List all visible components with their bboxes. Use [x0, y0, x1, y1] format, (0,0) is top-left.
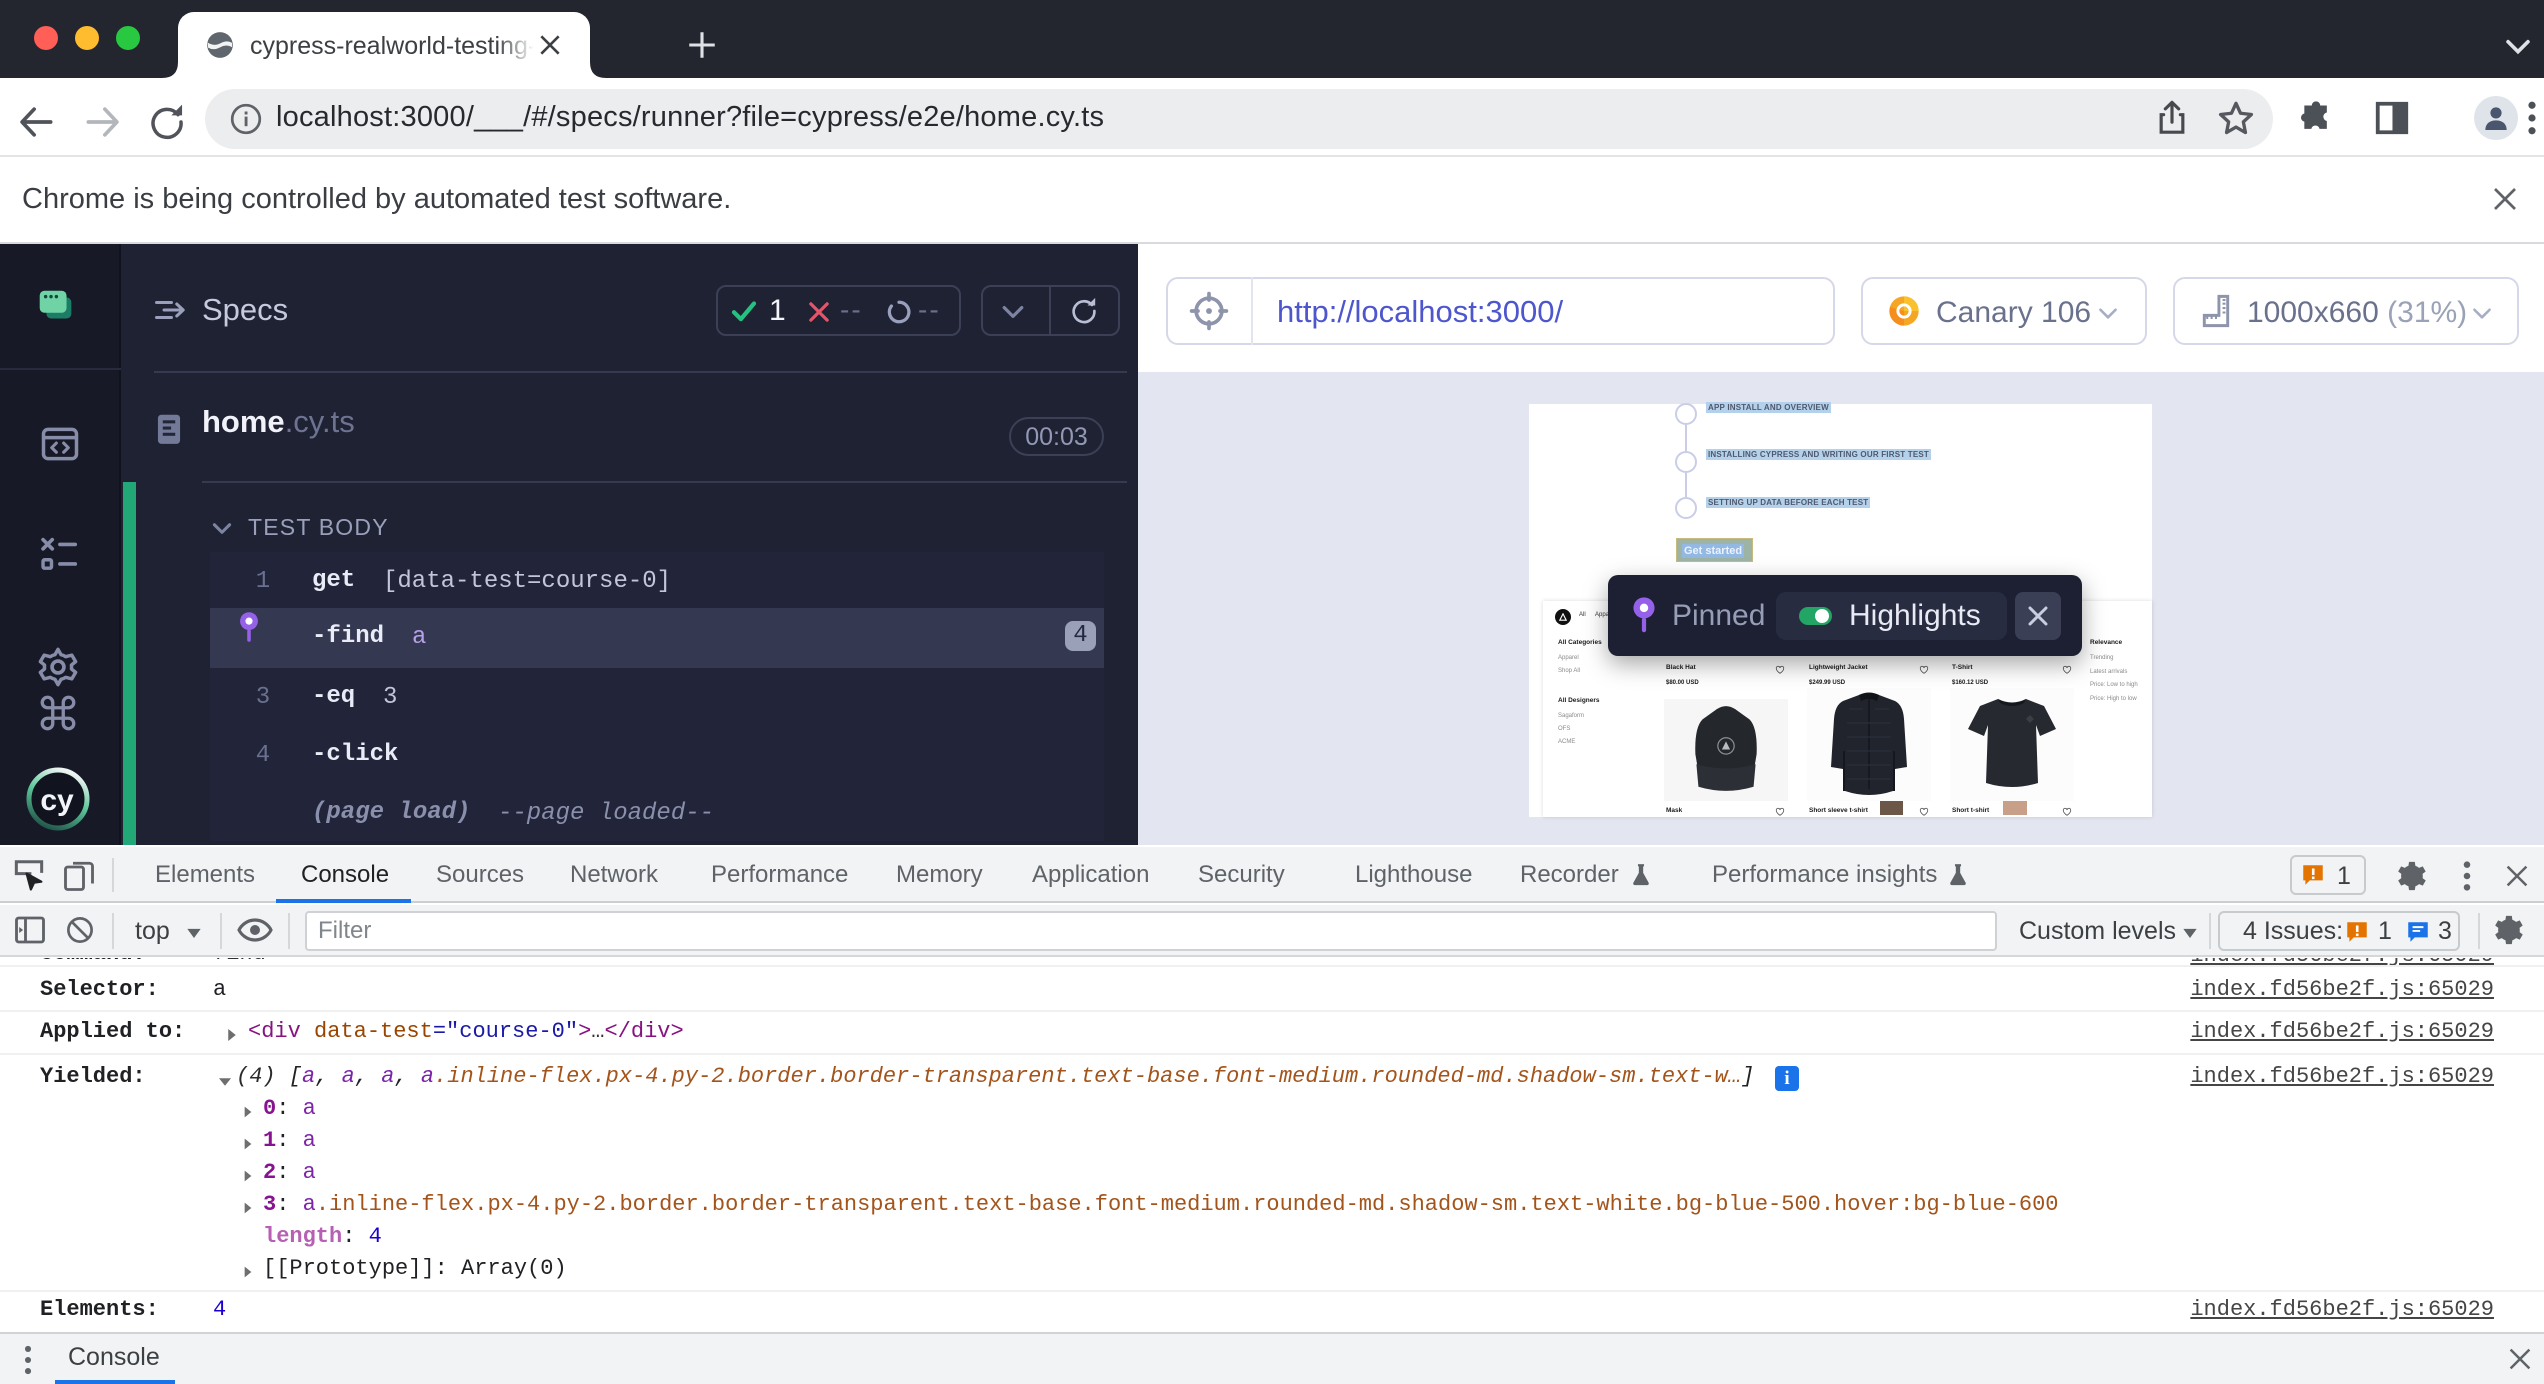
svg-text:cy: cy [40, 784, 74, 817]
